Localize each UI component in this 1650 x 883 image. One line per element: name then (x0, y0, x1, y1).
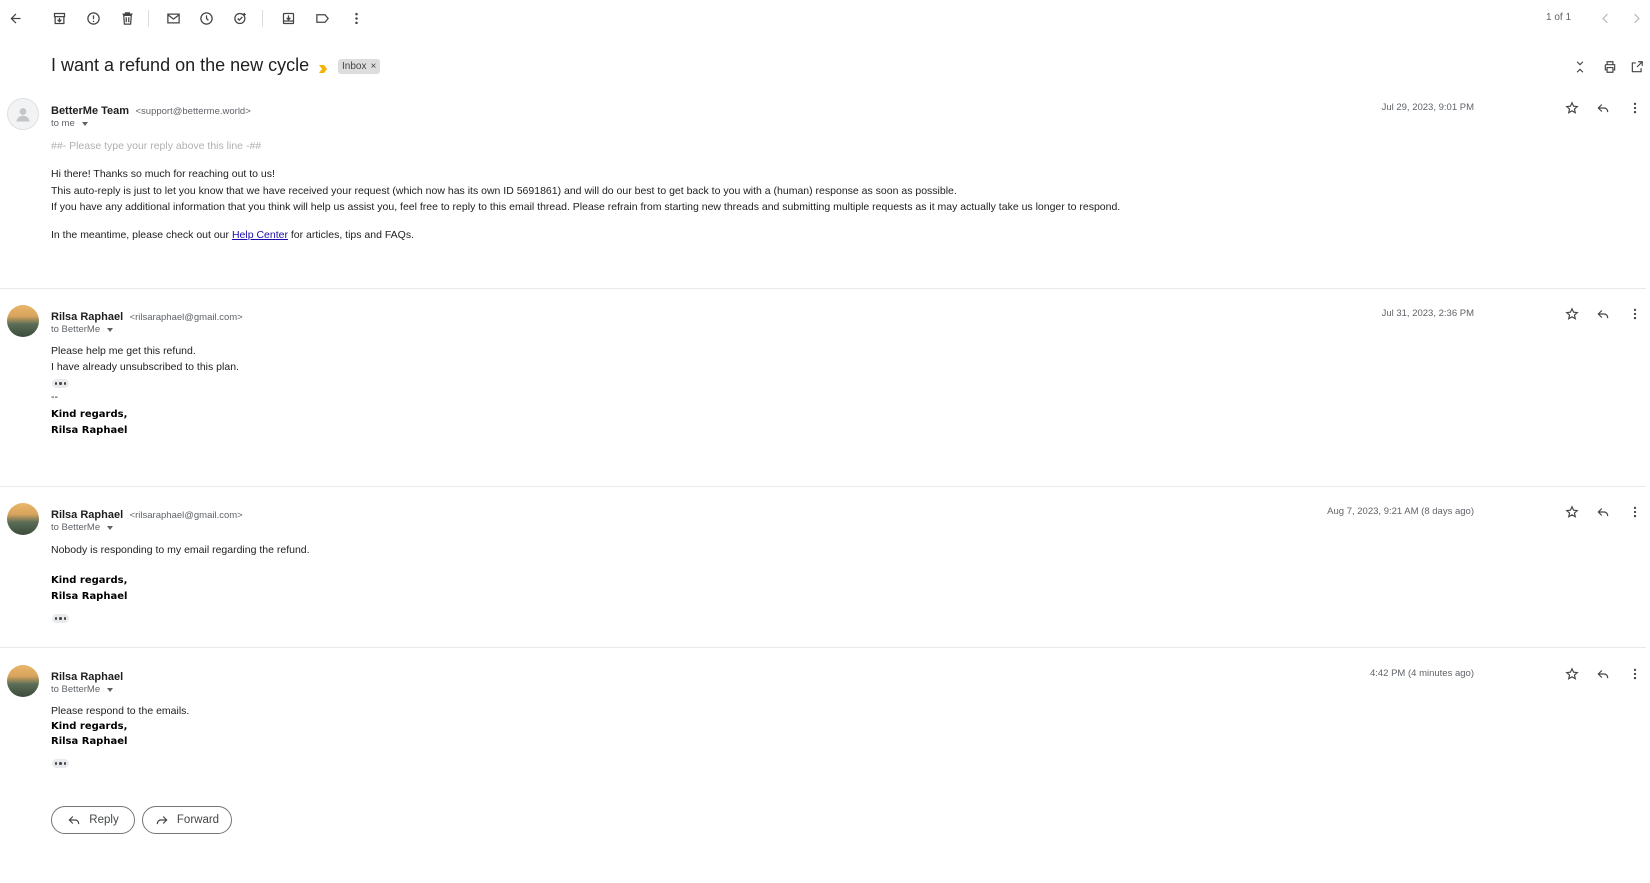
body-line: Hi there! Thanks so much for reaching ou… (51, 168, 275, 180)
report-spam-icon[interactable] (83, 8, 103, 28)
more-vert-icon[interactable] (346, 8, 366, 28)
avatar (7, 665, 39, 697)
reply-icon[interactable] (1594, 305, 1612, 323)
signature-line: Kind regards, (51, 575, 128, 586)
add-task-icon[interactable] (230, 8, 250, 28)
message-date: Jul 31, 2023, 2:36 PM (1381, 308, 1474, 319)
avatar (7, 503, 39, 535)
show-trimmed-content-button[interactable] (52, 614, 69, 623)
snooze-icon[interactable] (196, 8, 216, 28)
body-line: If you have any additional information t… (51, 201, 1121, 213)
show-trimmed-content-button[interactable] (52, 379, 69, 388)
reply-icon[interactable] (1594, 503, 1612, 521)
body-line: Nobody is responding to my email regardi… (51, 544, 310, 556)
reply-button[interactable]: Reply (51, 806, 135, 834)
meantime-suffix: for articles, tips and FAQs. (287, 229, 415, 241)
move-to-icon[interactable] (278, 8, 298, 28)
meantime-prefix: In the meantime, please check out our (51, 229, 232, 241)
show-trimmed-content-button[interactable] (52, 759, 69, 768)
collapse-all-icon[interactable] (1571, 58, 1589, 76)
message-divider (0, 486, 1646, 487)
reply-button-label: Reply (89, 814, 119, 826)
message-date: 4:42 PM (4 minutes ago) (1369, 668, 1474, 679)
toolbar-divider (148, 10, 149, 27)
sender-name[interactable]: Rilsa Raphael (51, 671, 123, 683)
inbox-label-chip: Inbox × (338, 59, 381, 74)
more-options-icon[interactable] (1626, 305, 1644, 323)
star-icon[interactable] (1563, 99, 1581, 117)
show-details-caret-icon[interactable] (107, 687, 114, 692)
recipient-text: to BetterMe (51, 684, 101, 695)
label-text: Inbox (342, 61, 367, 72)
forward-button-label: Forward (176, 814, 220, 826)
star-icon[interactable] (1563, 665, 1581, 683)
avatar (7, 98, 39, 130)
sender-email: <rilsaraphael@gmail.com> (129, 312, 243, 323)
back-arrow-icon[interactable] (5, 8, 25, 28)
message-date: Jul 29, 2023, 9:01 PM (1381, 102, 1474, 113)
body-line: I have already unsubscribed to this plan… (51, 361, 239, 373)
message-divider (0, 288, 1646, 289)
sender-line: Rilsa Raphael <rilsaraphael@gmail.com> (51, 505, 243, 523)
star-icon[interactable] (1563, 503, 1581, 521)
avatar (7, 305, 39, 337)
forward-button[interactable]: Forward (142, 806, 232, 834)
show-details-caret-icon[interactable] (81, 121, 88, 126)
show-details-caret-icon[interactable] (107, 327, 114, 332)
signature-line: Rilsa Raphael (51, 736, 128, 747)
reply-icon (68, 816, 80, 825)
sender-line: Rilsa Raphael (51, 667, 123, 685)
recipient-text: to BetterMe (51, 522, 101, 533)
more-options-icon[interactable] (1626, 503, 1644, 521)
signature-line: Rilsa Raphael (51, 591, 128, 602)
more-options-icon[interactable] (1626, 99, 1644, 117)
sender-line: BetterMe Team <support@betterme.world> (51, 101, 251, 119)
help-center-link[interactable]: Help Center (232, 229, 288, 241)
sender-line: Rilsa Raphael <rilsaraphael@gmail.com> (51, 307, 243, 325)
recipient-text: to me (51, 118, 75, 129)
body-line: Please help me get this refund. (51, 345, 196, 357)
importance-marker-icon[interactable] (318, 61, 328, 73)
forward-icon (156, 816, 168, 825)
recipient-line[interactable]: to BetterMe (51, 522, 114, 533)
remove-label-button[interactable]: × (370, 61, 376, 72)
older-chevron-icon[interactable] (1626, 8, 1646, 28)
open-in-new-window-icon[interactable] (1628, 58, 1646, 76)
pagination-text: 1 of 1 (1546, 12, 1572, 23)
toolbar-divider (262, 10, 263, 27)
more-options-icon[interactable] (1626, 665, 1644, 683)
reply-icon[interactable] (1594, 99, 1612, 117)
signature-line: Kind regards, (51, 409, 128, 420)
recipient-text: to BetterMe (51, 324, 101, 335)
toolbar: 1 of 1 (0, 0, 1650, 38)
message-divider (0, 647, 1646, 648)
mark-unread-icon[interactable] (163, 8, 183, 28)
subject-row: I want a refund on the new cycle Inbox × (0, 52, 1650, 82)
thread-subject: I want a refund on the new cycle (51, 55, 310, 75)
recipient-line[interactable]: to me (51, 118, 88, 129)
body-line: Please respond to the emails. (51, 705, 190, 717)
reply-marker-line: ##- Please type your reply above this li… (51, 140, 262, 152)
reply-icon[interactable] (1594, 665, 1612, 683)
signature-separator: -- (51, 391, 58, 403)
sender-name[interactable]: Rilsa Raphael (51, 311, 123, 323)
recipient-line[interactable]: to BetterMe (51, 684, 114, 695)
body-line: This auto-reply is just to let you know … (51, 185, 957, 197)
archive-icon[interactable] (49, 8, 69, 28)
delete-icon[interactable] (117, 8, 137, 28)
signature-line: Rilsa Raphael (51, 425, 128, 436)
newer-chevron-icon[interactable] (1595, 8, 1615, 28)
message-date: Aug 7, 2023, 9:21 AM (8 days ago) (1327, 506, 1474, 517)
show-details-caret-icon[interactable] (107, 525, 114, 530)
signature-line: Kind regards, (51, 721, 128, 732)
print-icon[interactable] (1601, 58, 1619, 76)
star-icon[interactable] (1563, 305, 1581, 323)
meantime-line: In the meantime, please check out our He… (51, 229, 414, 241)
label-icon[interactable] (312, 8, 332, 28)
sender-name[interactable]: Rilsa Raphael (51, 509, 123, 521)
sender-name[interactable]: BetterMe Team (51, 105, 129, 117)
recipient-line[interactable]: to BetterMe (51, 324, 114, 335)
sender-email: <support@betterme.world> (135, 106, 251, 117)
sender-email: <rilsaraphael@gmail.com> (129, 510, 243, 521)
